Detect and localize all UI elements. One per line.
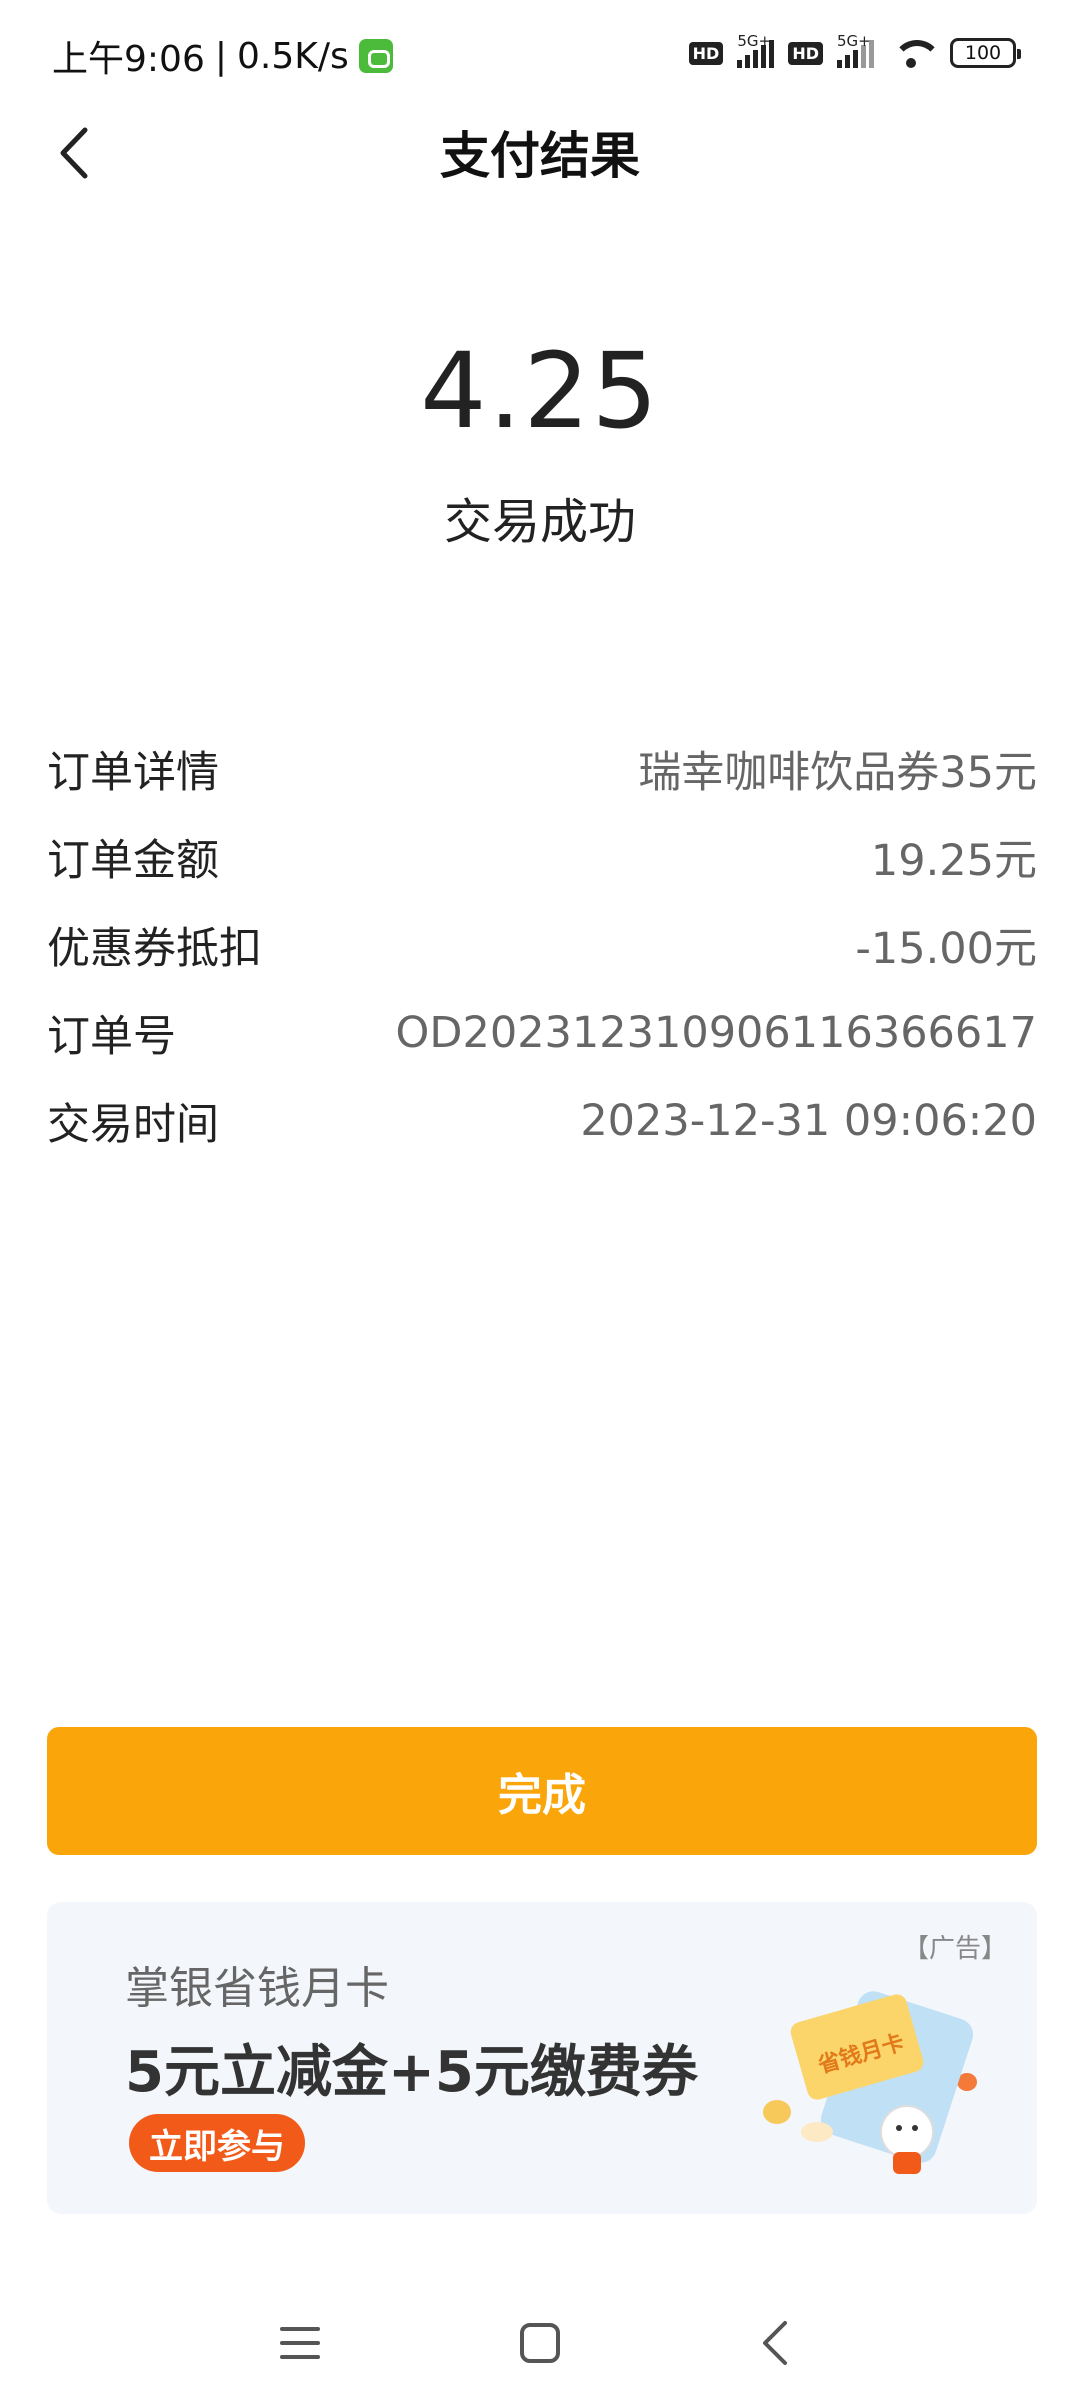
- recent-apps-button[interactable]: [265, 2308, 335, 2378]
- app-notification-icon: [358, 39, 393, 73]
- system-back-button[interactable]: [740, 2308, 810, 2378]
- detail-label: 订单详情: [47, 748, 219, 798]
- hd-badge-2: HD: [788, 41, 823, 65]
- order-details: 订单详情 瑞幸咖啡饮品券35元 订单金额 19.25元 优惠券抵扣 -15.00…: [47, 725, 1037, 1165]
- ad-illustration-icon: 省钱月卡: [763, 1991, 977, 2174]
- detail-row-order-amount: 订单金额 19.25元: [47, 813, 1037, 901]
- system-nav-bar: [0, 2290, 1080, 2400]
- ad-title: 5元立减金+5元缴费券: [125, 2040, 698, 2105]
- detail-row-order-info: 订单详情 瑞幸咖啡饮品券35元: [47, 725, 1037, 813]
- ad-cta-button[interactable]: 立即参与: [129, 2114, 305, 2172]
- detail-row-order-number: 订单号 OD20231231090611636661​7: [47, 989, 1037, 1077]
- wifi-icon: [888, 36, 942, 70]
- detail-value: 2023-12-31 09:06:20: [580, 1096, 1037, 1146]
- detail-row-coupon-discount: 优惠券抵扣 -15.00元: [47, 901, 1037, 989]
- detail-value: OD20231231090611636661​7: [395, 1008, 1037, 1058]
- back-triangle-icon: [763, 2321, 787, 2365]
- detail-label: 交易时间: [47, 1100, 219, 1150]
- detail-row-transaction-time: 交易时间 2023-12-31 09:06:20: [47, 1077, 1037, 1165]
- home-button[interactable]: [505, 2308, 575, 2378]
- ad-tag: 【广告】: [902, 1934, 1007, 1964]
- detail-value: 瑞幸咖啡饮品券35元: [638, 748, 1037, 798]
- payment-amount: 4.25: [420, 330, 660, 452]
- hd-badge-1: HD: [688, 41, 724, 65]
- status-bar: 上午9:06 | 0.5K/s HD 5G+ HD 5G+ 100: [0, 0, 1080, 108]
- home-square-icon: [520, 2323, 560, 2363]
- page-title: 支付结果: [440, 127, 640, 185]
- detail-value: 19.25元: [870, 836, 1037, 886]
- sim2-network-tag: 5G+: [837, 32, 871, 50]
- detail-label: 订单金额: [47, 836, 219, 886]
- menu-icon: [280, 2327, 320, 2359]
- header: 支付结果: [0, 108, 1080, 198]
- done-button[interactable]: 完成: [47, 1727, 1037, 1855]
- detail-label: 订单号: [47, 1012, 176, 1062]
- status-separator: |: [214, 35, 227, 77]
- sim1-network-tag: 5G+: [737, 32, 772, 50]
- transaction-status: 交易成功: [443, 494, 636, 550]
- ad-subtitle: 掌银省钱月卡: [125, 1963, 389, 2014]
- battery-icon: 100: [950, 38, 1021, 68]
- detail-label: 优惠券抵扣: [47, 924, 262, 974]
- status-right: HD 5G+ HD 5G+ 100: [688, 32, 1021, 70]
- ad-banner[interactable]: 【广告】 掌银省钱月卡 5元立减金+5元缴费券 立即参与 省钱月卡: [47, 1902, 1037, 2214]
- status-time: 上午9:06: [52, 39, 205, 80]
- signal-icon-1: 5G+: [737, 32, 775, 68]
- detail-value: -15.00元: [855, 924, 1037, 974]
- status-left: 上午9:06 | 0.5K/s: [52, 30, 393, 82]
- network-speed: 0.5K/s: [236, 35, 349, 77]
- signal-icon-2: 5G+: [837, 32, 874, 68]
